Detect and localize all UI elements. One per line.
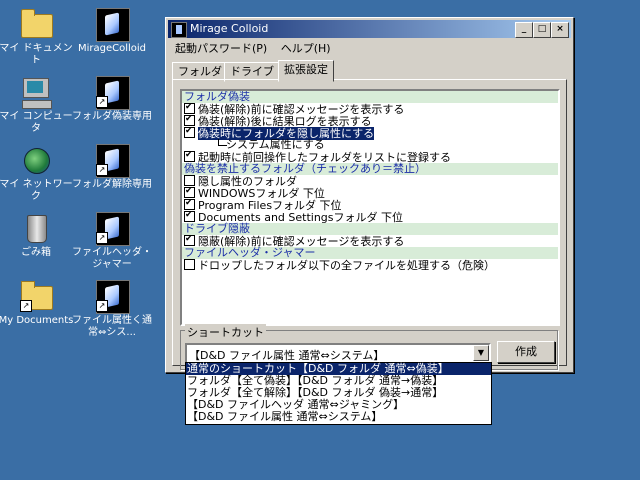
menu-bar: 起動パスワード(P) ヘルプ(H) (170, 40, 336, 58)
trash-icon (20, 212, 52, 244)
app-shortcut-icon: ↗ (96, 76, 130, 110)
checkbox-unchecked-icon[interactable] (184, 175, 195, 186)
chevron-down-icon[interactable]: ▼ (473, 345, 489, 361)
checkbox-checked-icon[interactable] (184, 211, 195, 222)
maximize-button[interactable]: □ (533, 22, 551, 38)
mirage-colloid-window: Mirage Colloid _ □ × 起動パスワード(P) ヘルプ(H) フ… (165, 17, 574, 373)
desktop-icon-label: マイ コンピュータ (0, 111, 73, 134)
close-button[interactable]: × (551, 22, 569, 38)
menu-startup-password[interactable]: 起動パスワード(P) (170, 40, 272, 58)
window-title: Mirage Colloid (190, 22, 269, 35)
file-header-jammer-icon-item[interactable]: ↗ ファイルヘッダ・ジャマー (72, 212, 152, 271)
recycle-bin-icon-item[interactable]: ごみ箱 (0, 212, 76, 259)
settings-list[interactable]: フォルダ偽装偽装(解除)前に確認メッセージを表示する偽装(解除)後に結果ログを表… (180, 89, 560, 326)
network-icon (20, 144, 52, 176)
my-documents-folder-icon-item[interactable]: ↗ My Documents (0, 280, 76, 327)
my-documents-icon-item[interactable]: マイ ドキュメント (0, 8, 76, 67)
checkbox-checked-icon[interactable] (184, 115, 195, 126)
settings-section-header: フォルダ偽装 (182, 91, 558, 103)
settings-checkbox-item[interactable]: WINDOWSフォルダ 下位 (182, 187, 558, 200)
dropdown-option[interactable]: 【D&D ファイル属性 通常⇔システム】 (186, 411, 491, 423)
shortcut-selected-value: 【D&D ファイル属性 通常⇔システム】 (189, 349, 385, 362)
settings-checkbox-item[interactable]: 偽装(解除)後に結果ログを表示する (182, 115, 558, 128)
checkbox-checked-icon[interactable] (184, 151, 195, 162)
folder-icon (20, 8, 53, 40)
desktop-icon-label: マイ ドキュメント (0, 43, 73, 66)
my-computer-icon-item[interactable]: マイ コンピュータ (0, 76, 76, 135)
desktop-icon-label: ファイル属性く通常⇔シス... (72, 315, 152, 338)
folder-undisguise-icon-item[interactable]: ↗ フォルダ解除専用 (72, 144, 152, 191)
minimize-button[interactable]: _ (515, 22, 533, 38)
checkbox-checked-icon[interactable] (184, 235, 195, 246)
app-icon (96, 8, 130, 42)
desktop-icon-label: ファイルヘッダ・ジャマー (72, 247, 152, 270)
tab-extended-settings[interactable]: 拡張設定 (278, 60, 334, 82)
checkbox-unchecked-icon[interactable] (184, 259, 195, 270)
file-attribute-icon-item[interactable]: ↗ ファイル属性く通常⇔シス... (72, 280, 152, 339)
settings-checkbox-item[interactable]: Program Filesフォルダ 下位 (182, 199, 558, 212)
settings-item-label: ドロップしたフォルダ以下の全ファイルを処理する（危険） (198, 259, 495, 272)
desktop-icon-label: My Documents (0, 315, 74, 326)
app-shortcut-icon: ↗ (96, 212, 130, 246)
checkbox-checked-icon[interactable] (184, 103, 195, 114)
create-button[interactable]: 作成 (497, 341, 555, 363)
tab-panel: フォルダ偽装偽装(解除)前に確認メッセージを表示する偽装(解除)後に結果ログを表… (172, 79, 567, 370)
mirage-colloid-icon-item[interactable]: MirageColloid (72, 8, 152, 55)
settings-item-label: システム属性にする (226, 138, 325, 151)
settings-checkbox-item[interactable]: 偽装(解除)前に確認メッセージを表示する (182, 103, 558, 116)
desktop-icon-label: ごみ箱 (21, 247, 51, 258)
shortcut-dropdown-list: 通常のショートカット【D&D フォルダ 通常⇔偽装】 フォルダ【全て偽装】【D&D… (185, 362, 492, 425)
desktop-icon-label: フォルダ解除専用 (72, 179, 152, 190)
menu-help[interactable]: ヘルプ(H) (276, 40, 336, 58)
computer-icon (20, 76, 52, 109)
app-shortcut-icon: ↗ (96, 144, 130, 178)
settings-section-header: 偽装を禁止するフォルダ（チェックあり＝禁止） (182, 163, 558, 175)
title-bar[interactable]: Mirage Colloid _ □ × (168, 20, 571, 38)
desktop-icon-label: フォルダ偽装専用 (72, 111, 152, 122)
checkbox-checked-icon[interactable] (184, 127, 195, 138)
settings-checkbox-item[interactable]: ドロップしたフォルダ以下の全ファイルを処理する（危険） (182, 259, 558, 272)
settings-section-header: ファイルヘッダ・ジャマー (182, 247, 558, 259)
settings-checkbox-item[interactable]: 隠し属性のフォルダ (182, 175, 558, 188)
settings-checkbox-item[interactable]: システム属性にする (182, 139, 558, 151)
app-shortcut-icon: ↗ (96, 280, 130, 314)
checkbox-checked-icon[interactable] (184, 199, 195, 210)
checkbox-checked-icon[interactable] (184, 187, 195, 198)
folder-disguise-icon-item[interactable]: ↗ フォルダ偽装専用 (72, 76, 152, 123)
settings-section-header: ドライブ隠蔽 (182, 223, 558, 235)
desktop-icon-label: MirageColloid (77, 43, 147, 54)
my-network-icon-item[interactable]: マイ ネットワーク (0, 144, 76, 203)
desktop-icon-label: マイ ネットワーク (0, 179, 73, 202)
folder-icon: ↗ (20, 280, 53, 312)
app-icon (171, 22, 187, 38)
shortcut-legend: ショートカット (185, 324, 266, 340)
